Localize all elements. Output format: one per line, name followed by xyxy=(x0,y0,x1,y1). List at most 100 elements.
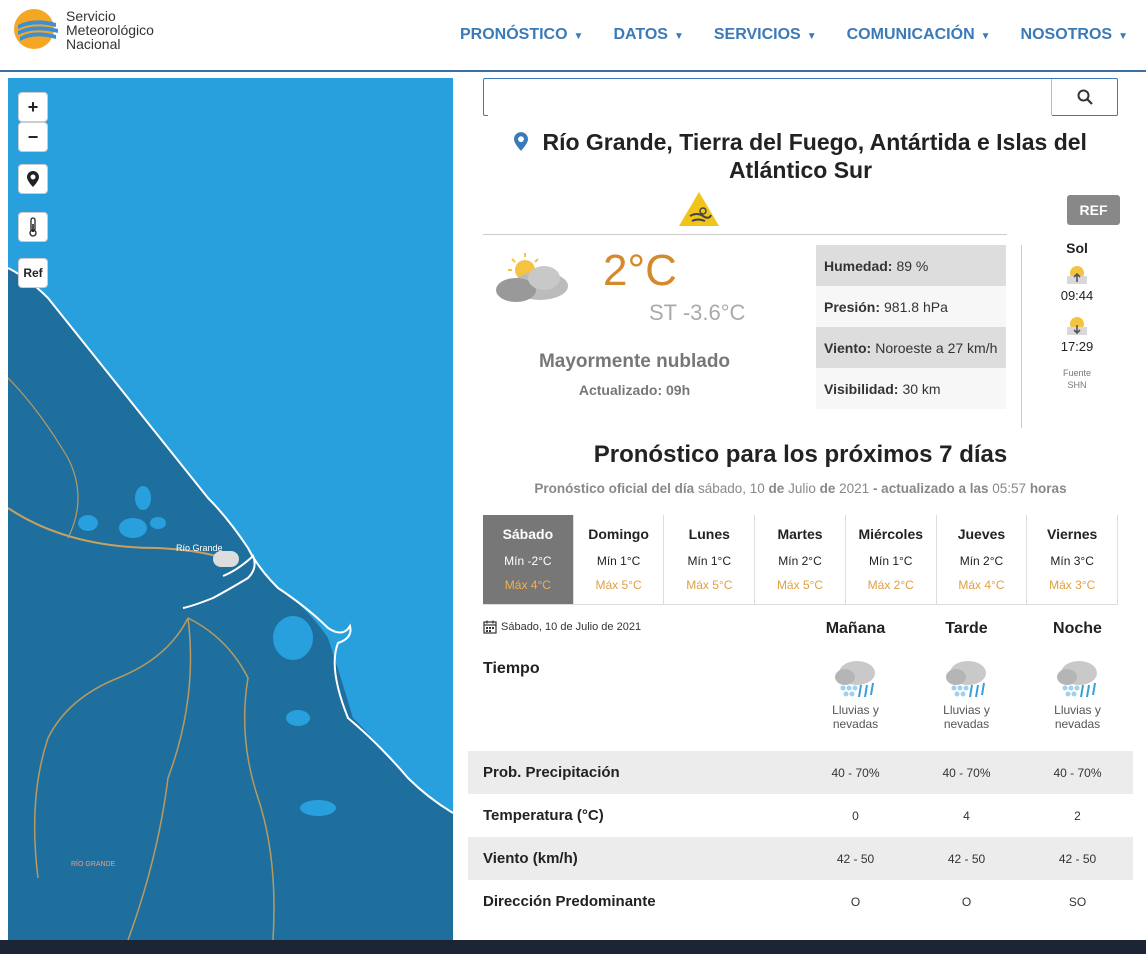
day-tab-lunes[interactable]: Lunes Mín 1°C Máx 5°C xyxy=(664,515,756,605)
nav-servicios[interactable]: SERVICIOS ▼ xyxy=(714,26,817,44)
logo-text[interactable]: Servicio Meteorológico Nacional xyxy=(66,9,154,51)
subtitle-text: de xyxy=(768,481,785,496)
divider-vertical xyxy=(1021,245,1022,428)
tiempo-label: Tiempo xyxy=(483,660,540,677)
calendar-icon xyxy=(483,620,497,634)
location-search xyxy=(483,78,1118,116)
map-view[interactable]: + − Ref Río Grande RÍO GRANDE xyxy=(8,78,453,940)
thermometer-icon xyxy=(29,217,37,237)
logo-line: Nacional xyxy=(66,36,121,52)
map-region-label: RÍO GRANDE xyxy=(71,861,116,868)
day-tab-domingo[interactable]: Domingo Mín 1°C Máx 5°C xyxy=(573,515,665,605)
day-name: Domingo xyxy=(588,526,649,542)
search-icon xyxy=(1077,89,1093,105)
location-name: Río Grande, Tierra del Fuego, Antártida … xyxy=(542,129,1087,183)
location-pin-icon xyxy=(514,129,534,155)
forecast-subtitle: Pronóstico oficial del día sábado, 10 de… xyxy=(483,481,1118,496)
detail-label: Humedad: xyxy=(824,257,893,274)
wind-alert-icon[interactable] xyxy=(677,190,721,228)
caret-down-icon: ▼ xyxy=(1118,31,1128,42)
nav-comunicacion[interactable]: COMUNICACIÓN ▼ xyxy=(847,26,991,44)
row-label: Viento (km/h) xyxy=(483,850,578,867)
day-tab-sabado[interactable]: Sábado Mín -2°C Máx 4°C xyxy=(483,515,574,605)
weather-desc: nevadas xyxy=(943,717,990,731)
subtitle-text: Pronóstico oficial del día xyxy=(534,481,695,496)
rain-snow-icon xyxy=(1056,661,1097,698)
temperature-layer-button[interactable] xyxy=(18,212,48,242)
weather-tarde: Lluvias y nevadas xyxy=(911,657,1022,731)
location-button[interactable] xyxy=(18,164,48,194)
divider xyxy=(483,234,1007,235)
period-manana: Mañana xyxy=(825,620,886,637)
detail-value: Noroeste a 27 km/h xyxy=(875,339,998,356)
ref-map-button[interactable]: Ref xyxy=(18,258,48,288)
table-cell: O xyxy=(850,894,861,909)
nav-pronostico[interactable]: PRONÓSTICO ▼ xyxy=(460,26,583,44)
table-row: Prob. Precipitación 40 - 70% 40 - 70% 40… xyxy=(468,751,1133,794)
caret-down-icon: ▼ xyxy=(673,31,684,42)
rain-snow-icon xyxy=(834,661,875,698)
feels-like-temperature: ST -3.6°C xyxy=(649,300,746,325)
caret-down-icon: ▼ xyxy=(980,31,991,42)
caret-down-icon: ▼ xyxy=(573,31,584,42)
ref-button[interactable]: REF xyxy=(1067,195,1120,225)
sunrise-time: 09:44 xyxy=(1060,288,1094,303)
day-max: Máx 5°C xyxy=(686,578,733,592)
table-cell: 42 - 50 xyxy=(1058,851,1097,866)
search-button[interactable] xyxy=(1051,79,1117,115)
detail-humidity: Humedad: 89 % xyxy=(816,245,1006,286)
day-name: Lunes xyxy=(688,526,730,542)
table-cell: SO xyxy=(1068,894,1087,909)
table-cell: 0 xyxy=(852,808,859,823)
table-cell: 40 - 70% xyxy=(1053,765,1102,780)
forecast-title: Pronóstico para los próximos 7 días xyxy=(593,441,1008,468)
nav-datos[interactable]: DATOS ▼ xyxy=(613,26,683,44)
detail-wind: Viento: Noroeste a 27 km/h xyxy=(816,327,1006,368)
day-tab-martes[interactable]: Martes Mín 2°C Máx 5°C xyxy=(755,515,846,605)
rain-snow-icon xyxy=(945,661,986,698)
weather-noche: Lluvias y nevadas xyxy=(1022,657,1133,731)
nav-label: DATOS xyxy=(613,26,668,43)
day-name: Miércoles xyxy=(858,526,924,542)
row-label: Temperatura (°C) xyxy=(483,807,604,824)
detail-label: Viento: xyxy=(824,339,872,356)
current-details: Humedad: 89 % Presión: 981.8 hPa Viento: No… xyxy=(816,245,1006,409)
updated-time: Actualizado: 09h xyxy=(578,382,691,398)
day-tab-viernes[interactable]: Viernes Mín 3°C Máx 3°C xyxy=(1027,515,1119,605)
weather-desc: nevadas xyxy=(1054,717,1101,731)
table-row: Viento (km/h) 42 - 50 42 - 50 42 - 50 xyxy=(468,837,1133,880)
table-cell: 2 xyxy=(1074,808,1081,823)
smn-logo[interactable] xyxy=(12,7,62,51)
table-cell: 42 - 50 xyxy=(947,851,986,866)
day-name: Jueves xyxy=(957,526,1006,542)
day-min: Mín -2°C xyxy=(504,554,552,568)
day-name: Viernes xyxy=(1047,526,1098,542)
day-min: Mín 1°C xyxy=(687,554,732,568)
day-tab-jueves[interactable]: Jueves Mín 2°C Máx 4°C xyxy=(936,515,1028,605)
table-row: Temperatura (°C) 0 4 2 xyxy=(468,794,1133,837)
detail-pressure: Presión: 981.8 hPa xyxy=(816,286,1006,327)
nav-nosotros[interactable]: NOSOTROS ▼ xyxy=(1021,26,1128,44)
day-min: Mín 3°C xyxy=(1050,554,1094,568)
day-min: Mín 2°C xyxy=(778,554,822,568)
subtitle-text: - actualizado a las xyxy=(872,481,989,496)
current-condition: Mayormente nublado xyxy=(538,351,731,372)
map-cloud-marker-icon[interactable] xyxy=(213,551,239,567)
subtitle-text: horas xyxy=(1029,481,1067,496)
zoom-in-button[interactable]: + xyxy=(18,92,48,122)
table-cell: 42 - 50 xyxy=(836,851,875,866)
period-tarde: Tarde xyxy=(945,620,988,637)
period-headers: Mañana Tarde Noche xyxy=(800,620,1133,638)
zoom-out-button[interactable]: − xyxy=(18,122,48,152)
nav-label: COMUNICACIÓN xyxy=(846,26,975,43)
detail-visibility: Visibilidad: 30 km xyxy=(816,368,1006,409)
day-max: Máx 4°C xyxy=(504,578,551,592)
map-canvas[interactable] xyxy=(8,78,453,940)
current-temperature: 2°C xyxy=(603,246,677,295)
search-input[interactable] xyxy=(488,80,1052,116)
day-name: Martes xyxy=(777,526,823,542)
sunset-time: 17:29 xyxy=(1060,339,1094,354)
day-tab-miercoles[interactable]: Miércoles Mín 1°C Máx 2°C xyxy=(845,515,937,605)
day-max: Máx 2°C xyxy=(867,578,914,592)
day-max: Máx 5°C xyxy=(776,578,824,592)
